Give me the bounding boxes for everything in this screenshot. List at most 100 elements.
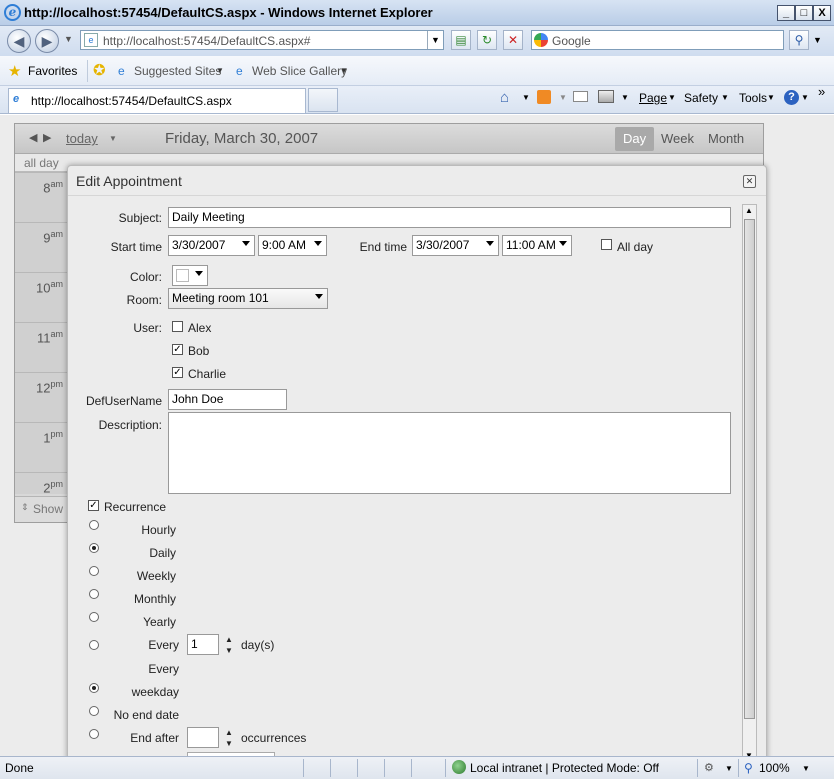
dialog-close-icon[interactable]: ✕ bbox=[743, 175, 756, 188]
frequency-radio-hourly[interactable] bbox=[89, 520, 99, 530]
forward-button[interactable]: ▶ bbox=[35, 29, 59, 53]
occurrences-input[interactable] bbox=[187, 727, 219, 748]
next-day-icon[interactable]: ▶ bbox=[43, 131, 51, 144]
end-time-select[interactable]: 11:00 AM bbox=[502, 235, 572, 256]
page-menu[interactable]: Page bbox=[639, 91, 667, 105]
suggested-sites-link[interactable]: Suggested Sites bbox=[134, 64, 221, 78]
frequency-label: Yearly bbox=[143, 615, 176, 629]
new-tab-button[interactable] bbox=[308, 88, 338, 112]
dialog-title: Edit Appointment bbox=[76, 173, 182, 189]
frequency-radio-weekly[interactable] bbox=[89, 566, 99, 576]
search-placeholder[interactable]: Google bbox=[552, 34, 591, 48]
page-dropdown-icon[interactable]: ▼ bbox=[668, 93, 676, 102]
protected-mode-dropdown-icon[interactable]: ▼ bbox=[725, 764, 733, 773]
tools-dropdown-icon[interactable]: ▼ bbox=[767, 93, 775, 102]
spinner-down-icon[interactable]: ▼ bbox=[225, 647, 233, 655]
start-date-select[interactable]: 3/30/2007 bbox=[168, 235, 255, 256]
hour-label: 8am bbox=[43, 179, 63, 196]
history-dropdown-icon[interactable]: ▼ bbox=[64, 34, 73, 44]
user-checkbox-alex[interactable] bbox=[172, 321, 183, 332]
search-icon[interactable]: ⚲ bbox=[789, 30, 809, 50]
address-text[interactable]: http://localhost:57454/DefaultCS.aspx# bbox=[103, 34, 310, 48]
start-time-select[interactable]: 9:00 AM bbox=[258, 235, 327, 256]
today-link[interactable]: today bbox=[66, 131, 98, 146]
stop-icon[interactable]: ✕ bbox=[503, 30, 523, 50]
feeds-icon[interactable] bbox=[537, 90, 551, 104]
zoom-dropdown-icon[interactable]: ▼ bbox=[802, 764, 810, 773]
print-dropdown-icon[interactable]: ▼ bbox=[621, 93, 629, 102]
tab-current[interactable]: e http://localhost:57454/DefaultCS.aspx bbox=[8, 88, 306, 113]
safety-dropdown-icon[interactable]: ▼ bbox=[721, 93, 729, 102]
view-week-button[interactable]: Week bbox=[653, 127, 702, 151]
room-label: Room: bbox=[126, 293, 162, 307]
google-icon bbox=[534, 33, 548, 47]
suggested-sites-icon: e bbox=[118, 64, 125, 78]
help-dropdown-icon[interactable]: ▼ bbox=[801, 93, 809, 102]
spinner-up-icon[interactable]: ▲ bbox=[225, 729, 233, 737]
spinner-down-icon[interactable]: ▼ bbox=[225, 740, 233, 748]
frequency-radio-yearly[interactable] bbox=[89, 612, 99, 622]
scroll-up-icon[interactable]: ▲ bbox=[745, 206, 753, 215]
all-day-checkbox[interactable] bbox=[601, 239, 612, 250]
end-date-select[interactable]: 3/30/2007 bbox=[412, 235, 499, 256]
frequency-label: Weekly bbox=[136, 569, 176, 583]
suggested-sites-dropdown-icon[interactable]: ▼ bbox=[216, 66, 224, 75]
home-dropdown-icon[interactable]: ▼ bbox=[522, 93, 530, 102]
end-after-label: End after bbox=[130, 731, 179, 745]
safety-menu[interactable]: Safety bbox=[684, 91, 718, 105]
security-zone-text[interactable]: Local intranet | Protected Mode: Off bbox=[470, 761, 659, 775]
view-day-button[interactable]: Day bbox=[615, 127, 655, 151]
every-n-days-radio[interactable] bbox=[89, 640, 99, 650]
description-textarea[interactable] bbox=[168, 412, 731, 494]
end-after-radio[interactable] bbox=[89, 729, 99, 739]
subject-input[interactable]: Daily Meeting bbox=[168, 207, 731, 228]
mail-icon[interactable] bbox=[573, 91, 588, 102]
start-time-label: Start time bbox=[110, 240, 162, 254]
frequency-radio-monthly[interactable] bbox=[89, 589, 99, 599]
frequency-radio-daily[interactable] bbox=[89, 543, 99, 553]
prev-day-icon[interactable]: ◀ bbox=[29, 131, 37, 144]
user-checkbox-charlie[interactable]: ✓ bbox=[172, 367, 183, 378]
help-icon[interactable]: ? bbox=[784, 90, 799, 105]
add-favorites-icon[interactable]: ✪ bbox=[93, 61, 106, 79]
address-dropdown-icon[interactable]: ▼ bbox=[427, 31, 443, 49]
every-weekday-radio[interactable] bbox=[89, 683, 99, 693]
home-icon[interactable]: ⌂ bbox=[500, 89, 509, 106]
no-end-date-radio[interactable] bbox=[89, 706, 99, 716]
recurrence-checkbox[interactable]: ✓ bbox=[88, 500, 99, 511]
more-commands-icon[interactable]: » bbox=[818, 84, 825, 99]
protected-mode-icon[interactable]: ⚙ bbox=[704, 761, 714, 774]
every-days-input[interactable]: 1 bbox=[187, 634, 219, 655]
close-button[interactable]: X bbox=[813, 5, 831, 21]
feeds-dropdown-icon[interactable]: ▼ bbox=[559, 93, 567, 102]
web-slice-gallery-link[interactable]: Web Slice Gallery bbox=[252, 64, 347, 78]
tools-menu[interactable]: Tools bbox=[739, 91, 767, 105]
search-box[interactable]: Google bbox=[531, 30, 784, 50]
maximize-button[interactable]: □ bbox=[795, 5, 813, 21]
view-month-button[interactable]: Month bbox=[700, 127, 752, 151]
defusername-input[interactable]: John Doe bbox=[168, 389, 287, 410]
page-icon: e bbox=[84, 33, 98, 47]
compatibility-icon[interactable]: ▤ bbox=[451, 30, 471, 50]
user-checkbox-bob[interactable]: ✓ bbox=[172, 344, 183, 355]
hour-label: 11am bbox=[36, 329, 63, 346]
show-toggle[interactable]: ⇕ Show bbox=[15, 496, 67, 522]
spinner-up-icon[interactable]: ▲ bbox=[225, 636, 233, 644]
zoom-level[interactable]: 100% bbox=[759, 761, 790, 775]
zoom-icon[interactable]: ⚲ bbox=[744, 761, 753, 775]
title-bar: e http://localhost:57454/DefaultCS.aspx … bbox=[0, 0, 834, 26]
back-button[interactable]: ◀ bbox=[7, 29, 31, 53]
print-icon[interactable] bbox=[598, 90, 614, 103]
minimize-button[interactable]: _ bbox=[777, 5, 795, 21]
user-name: Alex bbox=[188, 321, 212, 335]
date-picker-icon[interactable]: ▼ bbox=[109, 134, 117, 143]
room-select[interactable]: Meeting room 101 bbox=[168, 288, 328, 309]
search-options-icon[interactable]: ▼ bbox=[813, 35, 822, 45]
refresh-icon[interactable]: ↻ bbox=[477, 30, 497, 50]
web-slice-dropdown-icon[interactable]: ▼ bbox=[340, 66, 348, 75]
address-bar[interactable]: e http://localhost:57454/DefaultCS.aspx#… bbox=[80, 30, 444, 50]
scrollbar-thumb[interactable] bbox=[744, 219, 755, 719]
favorites-button[interactable]: Favorites bbox=[28, 64, 77, 78]
color-picker[interactable] bbox=[172, 265, 208, 286]
dialog-scrollbar[interactable]: ▲ ▼ bbox=[742, 204, 757, 756]
